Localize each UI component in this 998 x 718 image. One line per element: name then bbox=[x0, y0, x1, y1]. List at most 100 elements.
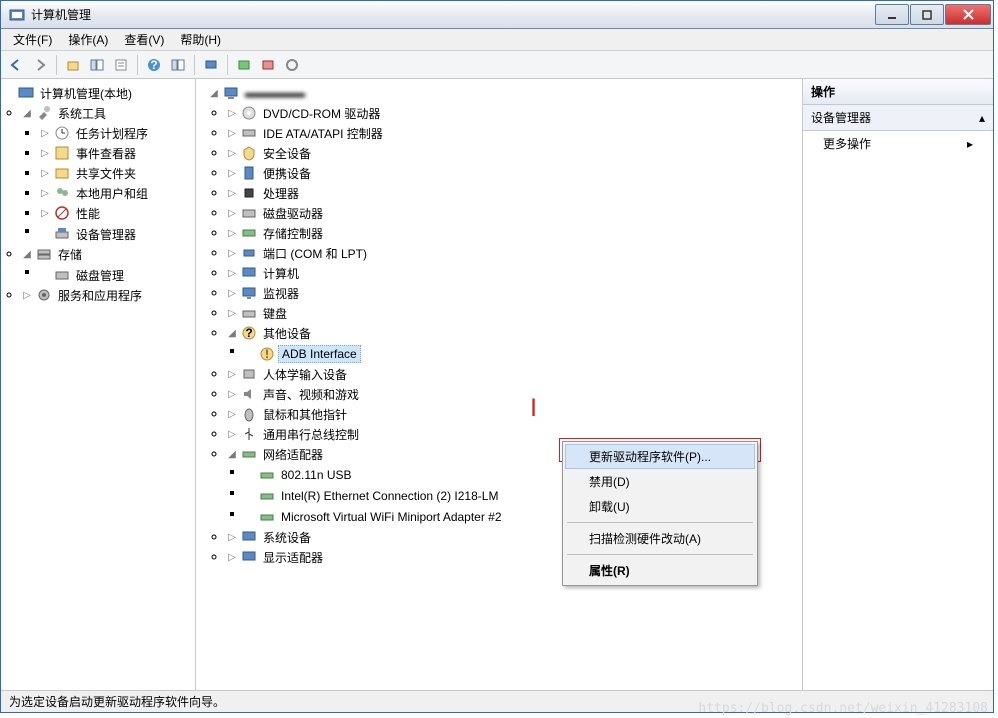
device-category[interactable]: ▷安全设备 bbox=[226, 143, 800, 163]
expand-icon[interactable]: ▷ bbox=[226, 188, 238, 199]
expand-icon[interactable]: ▷ bbox=[226, 208, 238, 219]
menu-scan-hardware[interactable]: 扫描检测硬件改动(A) bbox=[565, 526, 755, 551]
device-tree-pane[interactable]: ◢▬▬▬▬▬ ▷DVD/CD-ROM 驱动器 ▷IDE ATA/ATAPI 控制… bbox=[196, 79, 803, 690]
collapse-icon[interactable]: ▴ bbox=[979, 111, 985, 125]
expand-icon[interactable]: ▷ bbox=[226, 389, 238, 400]
expand-icon[interactable]: ▷ bbox=[21, 290, 33, 301]
menu-file[interactable]: 文件(F) bbox=[5, 28, 60, 51]
expand-icon[interactable]: ▷ bbox=[226, 429, 238, 440]
device-category[interactable]: ▷键盘 bbox=[226, 303, 800, 323]
device-category[interactable]: ▷便携设备 bbox=[226, 163, 800, 183]
expand-icon[interactable]: ▷ bbox=[226, 308, 238, 319]
collapse-icon[interactable]: ◢ bbox=[21, 108, 33, 119]
device-category[interactable]: ▷存储控制器 bbox=[226, 223, 800, 243]
tree-task-scheduler[interactable]: ▷任务计划程序 bbox=[39, 123, 193, 143]
device-category[interactable]: ▷人体学输入设备 bbox=[226, 364, 800, 384]
collapse-icon[interactable]: ◢ bbox=[226, 449, 238, 460]
expand-icon[interactable]: ▷ bbox=[226, 552, 238, 563]
expand-icon[interactable]: ▷ bbox=[39, 128, 51, 139]
expand-icon[interactable]: ▷ bbox=[226, 128, 238, 139]
minimize-button[interactable] bbox=[875, 4, 909, 25]
disable-button[interactable] bbox=[281, 54, 303, 76]
tree-system-tools[interactable]: ◢系统工具 bbox=[21, 103, 193, 123]
tree-services[interactable]: ▷服务和应用程序 bbox=[21, 285, 193, 305]
tree-storage[interactable]: ◢存储 bbox=[21, 244, 193, 264]
forward-button[interactable] bbox=[29, 54, 51, 76]
back-button[interactable] bbox=[5, 54, 27, 76]
disk-icon bbox=[54, 267, 70, 283]
app-icon bbox=[9, 7, 25, 23]
expand-icon[interactable]: ▷ bbox=[226, 369, 238, 380]
services-icon bbox=[36, 287, 52, 303]
menu-update-driver[interactable]: 更新驱动程序软件(P)... bbox=[565, 444, 755, 469]
device-category[interactable]: ▷计算机 bbox=[226, 263, 800, 283]
tree-device-manager[interactable]: 设备管理器 bbox=[39, 224, 193, 244]
menu-properties[interactable]: 属性(R) bbox=[565, 558, 755, 583]
device-category[interactable]: ▷鼠标和其他指针 bbox=[226, 404, 800, 424]
actions-header: 操作 bbox=[803, 79, 993, 105]
svg-text:?: ? bbox=[245, 326, 252, 340]
collapse-icon[interactable]: ◢ bbox=[21, 249, 33, 260]
show-hide-tree-button[interactable] bbox=[86, 54, 108, 76]
device-category[interactable]: ▷磁盘驱动器 bbox=[226, 203, 800, 223]
expand-icon[interactable]: ▷ bbox=[39, 148, 51, 159]
expand-icon[interactable]: ▷ bbox=[39, 188, 51, 199]
expand-icon[interactable]: ▷ bbox=[226, 288, 238, 299]
device-adb-interface[interactable]: !ADB Interface bbox=[244, 344, 800, 364]
menubar: 文件(F) 操作(A) 查看(V) 帮助(H) bbox=[1, 29, 993, 51]
menu-help[interactable]: 帮助(H) bbox=[172, 28, 229, 51]
system-icon bbox=[241, 529, 257, 545]
device-category[interactable]: ▷端口 (COM 和 LPT) bbox=[226, 243, 800, 263]
properties-button[interactable] bbox=[110, 54, 132, 76]
expand-icon[interactable]: ▷ bbox=[39, 208, 51, 219]
actions-more[interactable]: 更多操作 ▸ bbox=[803, 131, 993, 156]
expand-icon[interactable]: ▷ bbox=[226, 409, 238, 420]
toolbar-separator bbox=[56, 55, 57, 75]
tree-performance[interactable]: ▷性能 bbox=[39, 203, 193, 223]
menu-view[interactable]: 查看(V) bbox=[116, 28, 172, 51]
tree-root[interactable]: 计算机管理(本地) bbox=[3, 83, 193, 103]
titlebar[interactable]: 计算机管理 bbox=[1, 1, 993, 29]
expand-icon[interactable]: ▷ bbox=[39, 168, 51, 179]
tree-local-users[interactable]: ▷本地用户和组 bbox=[39, 183, 193, 203]
menu-disable[interactable]: 禁用(D) bbox=[565, 469, 755, 494]
menu-uninstall[interactable]: 卸载(U) bbox=[565, 494, 755, 519]
update-driver-button[interactable] bbox=[233, 54, 255, 76]
expand-icon[interactable]: ▷ bbox=[226, 532, 238, 543]
scan-button[interactable] bbox=[200, 54, 222, 76]
menu-separator bbox=[567, 522, 753, 523]
device-category[interactable]: ▷声音、视频和游戏 bbox=[226, 384, 800, 404]
action-button[interactable] bbox=[167, 54, 189, 76]
menu-action[interactable]: 操作(A) bbox=[60, 28, 116, 51]
expand-icon[interactable]: ▷ bbox=[226, 168, 238, 179]
tree-shared-folders[interactable]: ▷共享文件夹 bbox=[39, 163, 193, 183]
expand-icon[interactable]: ▷ bbox=[226, 228, 238, 239]
actions-section[interactable]: 设备管理器 ▴ bbox=[803, 105, 993, 131]
tree-event-viewer[interactable]: ▷事件查看器 bbox=[39, 143, 193, 163]
device-category[interactable]: ▷监视器 bbox=[226, 283, 800, 303]
collapse-icon[interactable]: ◢ bbox=[208, 88, 220, 99]
expand-icon[interactable]: ▷ bbox=[226, 248, 238, 259]
device-root[interactable]: ◢▬▬▬▬▬ bbox=[208, 83, 800, 103]
help-button[interactable]: ? bbox=[143, 54, 165, 76]
computer-icon bbox=[241, 265, 257, 281]
expand-icon[interactable]: ▷ bbox=[226, 268, 238, 279]
up-button[interactable] bbox=[62, 54, 84, 76]
device-category-other[interactable]: ◢?其他设备 bbox=[226, 323, 800, 343]
maximize-button[interactable] bbox=[910, 4, 944, 25]
uninstall-button[interactable] bbox=[257, 54, 279, 76]
device-mgr-icon bbox=[54, 226, 70, 242]
storage-ctrl-icon bbox=[241, 225, 257, 241]
tree-disk-mgmt[interactable]: 磁盘管理 bbox=[39, 265, 193, 285]
window-title: 计算机管理 bbox=[31, 6, 874, 23]
device-category[interactable]: ▷处理器 bbox=[226, 183, 800, 203]
expand-icon[interactable]: ▷ bbox=[226, 148, 238, 159]
collapse-icon[interactable]: ◢ bbox=[226, 328, 238, 339]
other-icon: ? bbox=[241, 325, 257, 341]
close-button[interactable] bbox=[945, 4, 991, 25]
console-tree-pane[interactable]: 计算机管理(本地) ◢系统工具 ▷任务计划程序 ▷事件查看器 ▷共享文件夹 ▷本… bbox=[1, 79, 196, 690]
device-category[interactable]: ▷IDE ATA/ATAPI 控制器 bbox=[226, 123, 800, 143]
statusbar: 为选定设备启动更新驱动程序软件向导。 bbox=[1, 690, 993, 712]
expand-icon[interactable]: ▷ bbox=[226, 108, 238, 119]
device-category[interactable]: ▷DVD/CD-ROM 驱动器 bbox=[226, 103, 800, 123]
